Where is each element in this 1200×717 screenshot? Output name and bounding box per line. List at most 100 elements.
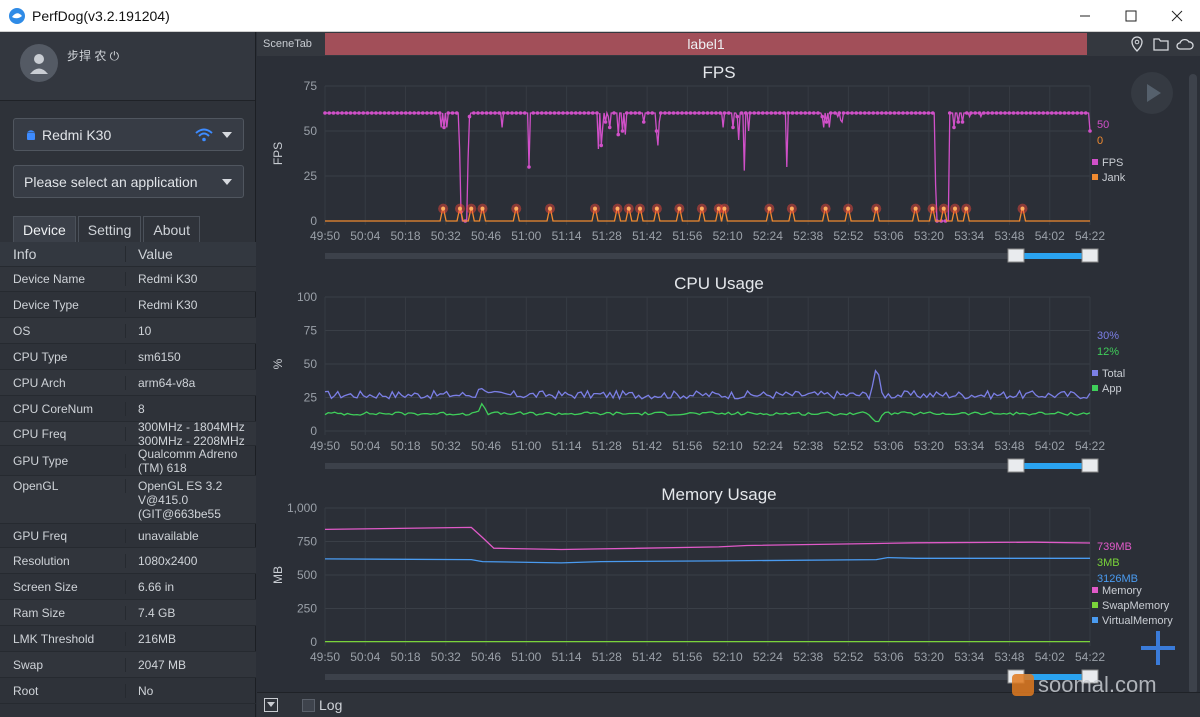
- fps-point: [977, 111, 982, 115]
- tab-about[interactable]: About: [143, 216, 200, 242]
- device-info-table: Info Value Device Name Redmi K30 Device Ty…: [0, 242, 256, 704]
- jank-point: [654, 206, 659, 211]
- avatar[interactable]: [20, 44, 58, 82]
- table-row: Swap 2047 MB: [0, 652, 256, 678]
- x-tick-label: 54:02: [1035, 650, 1065, 664]
- fps-point: [1045, 111, 1050, 115]
- expand-log-button[interactable]: [264, 698, 278, 712]
- table-row: LMK Threshold 216MB: [0, 626, 256, 652]
- fps-point: [365, 111, 370, 115]
- vertical-scrollbar[interactable]: [1186, 56, 1200, 696]
- y-tick-label: 25: [304, 169, 318, 183]
- tab-setting[interactable]: Setting: [77, 216, 142, 242]
- watermark: soomal.com: [1012, 672, 1157, 698]
- fps-point: [743, 111, 748, 115]
- x-tick-label: 51:56: [672, 229, 702, 243]
- fps-point: [522, 111, 527, 115]
- close-button[interactable]: [1154, 0, 1200, 32]
- x-tick-label: 50:18: [391, 439, 421, 453]
- device-select[interactable]: Redmi K30: [13, 118, 244, 151]
- info-key: CPU Arch: [0, 375, 126, 390]
- legend-label: Total: [1102, 368, 1125, 380]
- x-tick-label: 51:14: [552, 650, 582, 664]
- scene-tab-active[interactable]: label1: [325, 33, 1087, 55]
- fps-point: [484, 111, 489, 115]
- fps-point: [952, 125, 956, 130]
- jank-point: [913, 206, 918, 211]
- fps-point: [884, 111, 888, 115]
- jank-point: [615, 206, 620, 211]
- watermark-logo-icon: [1012, 674, 1034, 696]
- info-value: 6.66 in: [138, 579, 175, 594]
- fps-point: [1037, 111, 1041, 115]
- window-title: PerfDog(v3.2.191204): [32, 7, 170, 24]
- username[interactable]: 步捍 农 ⏻: [67, 47, 119, 64]
- x-tick-label: 52:38: [793, 229, 823, 243]
- info-value: 216MB: [138, 631, 177, 646]
- fps-point: [505, 111, 510, 115]
- fps-point: [590, 111, 595, 115]
- fps-point: [378, 111, 383, 115]
- range-slider-track: [325, 253, 1090, 259]
- maximize-button[interactable]: [1108, 0, 1154, 32]
- x-tick-label: 54:22: [1075, 229, 1105, 243]
- fps-point: [1083, 111, 1088, 115]
- y-tick-label: 50: [304, 124, 318, 138]
- info-key: Screen Size: [0, 579, 126, 594]
- y-tick-label: 75: [304, 324, 318, 338]
- x-tick-label: 49:50: [310, 650, 340, 664]
- y-tick-label: 250: [297, 602, 317, 616]
- x-tick-label: 53:48: [994, 439, 1024, 453]
- fps-point: [1071, 111, 1075, 115]
- table-header: Info Value: [0, 242, 256, 267]
- fps-point: [327, 111, 332, 115]
- add-button[interactable]: [1138, 628, 1178, 668]
- fps-point: [782, 111, 786, 115]
- series-line-fps: [325, 110, 1091, 222]
- fps-point: [1011, 111, 1016, 115]
- fps-point: [399, 111, 404, 115]
- jank-point: [593, 206, 597, 211]
- fps-point: [688, 111, 693, 115]
- chart-0: FPS FPS 0 25 50 75 49:50 50:04 50:18 50:32 50:46 51…: [271, 63, 1126, 263]
- fps-point: [981, 111, 986, 115]
- x-tick-label: 54:22: [1075, 439, 1105, 453]
- fps-point: [548, 111, 553, 115]
- info-key: Swap: [0, 657, 126, 672]
- x-tick-label: 51:28: [592, 439, 622, 453]
- info-value: Qualcomm Adreno (TM) 618: [138, 446, 238, 475]
- y-tick-label: 1,000: [287, 501, 317, 515]
- fps-point: [620, 129, 625, 133]
- legend-label: SwapMemory: [1102, 600, 1170, 612]
- fps-point: [569, 111, 574, 115]
- x-tick-label: 51:28: [592, 650, 622, 664]
- scrollbar-thumb[interactable]: [1189, 74, 1197, 694]
- fps-point: [331, 111, 336, 115]
- panel-tabs: Device Setting About: [13, 216, 202, 242]
- info-key: Root: [0, 683, 126, 698]
- fps-point: [760, 111, 765, 115]
- fps-point: [1024, 111, 1029, 115]
- fps-point: [816, 111, 820, 115]
- jank-point: [930, 206, 935, 211]
- folder-icon[interactable]: [1152, 35, 1170, 53]
- minimize-button[interactable]: [1062, 0, 1108, 32]
- log-checkbox[interactable]: [302, 698, 315, 712]
- x-tick-label: 51:14: [552, 439, 582, 453]
- fps-point: [990, 111, 995, 115]
- fps-point: [374, 111, 378, 115]
- location-icon[interactable]: [1128, 35, 1146, 53]
- tab-device[interactable]: Device: [13, 216, 76, 242]
- jank-point: [823, 206, 828, 211]
- fps-point: [794, 111, 799, 115]
- fps-point: [1032, 111, 1037, 115]
- info-key: Resolution: [0, 553, 126, 568]
- play-button[interactable]: [1131, 72, 1173, 114]
- jank-point: [874, 206, 879, 211]
- app-select[interactable]: Please select an application: [13, 165, 244, 198]
- fps-point: [820, 114, 825, 119]
- cloud-icon[interactable]: [1176, 35, 1194, 53]
- legend-swatch: [1092, 174, 1098, 180]
- fps-point: [858, 111, 863, 115]
- x-tick-label: 53:20: [914, 439, 944, 453]
